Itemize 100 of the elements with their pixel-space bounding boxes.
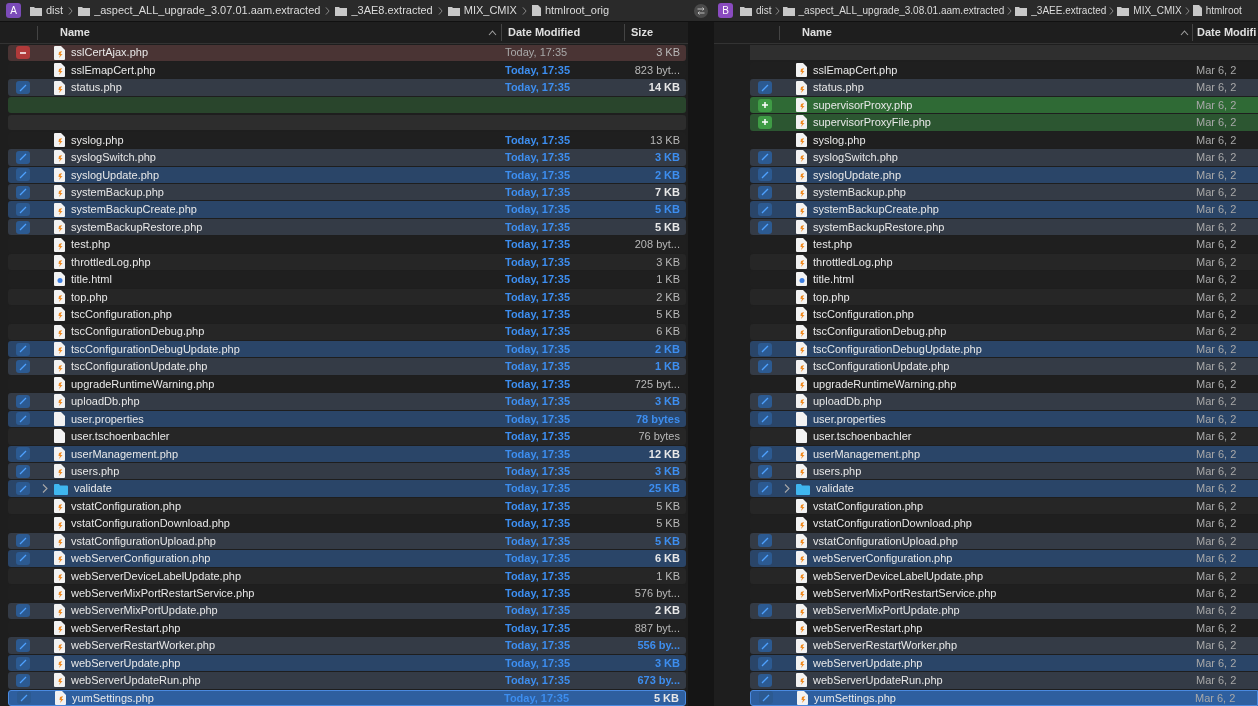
file-row[interactable]: status.php Today, 17:35 14 KB [8, 79, 686, 96]
file-row[interactable]: tscConfigurationDebugUpdate.php Mar 6, 2 [750, 340, 1258, 358]
swap-icon[interactable] [694, 3, 708, 18]
file-size: 2 KB [653, 603, 680, 619]
column-header[interactable]: Size [624, 24, 680, 41]
document-icon [54, 63, 65, 78]
file-name: webServerDeviceLabelUpdate.php [813, 568, 983, 584]
folder-icon [1015, 5, 1028, 16]
path-segment[interactable]: _3AE8.extracted [351, 2, 433, 19]
file-row[interactable]: vstatConfiguration.php Today, 17:35 5 KB [8, 497, 686, 515]
column-header[interactable]: Name [788, 24, 1180, 41]
file-row[interactable]: tscConfigurationDebug.php Mar 6, 2 [750, 323, 1258, 340]
file-row[interactable]: webServerUpdate.php Today, 17:35 3 KB [8, 654, 686, 672]
file-size: 576 byt... [633, 586, 680, 602]
file-row[interactable]: validate Mar 6, 2 [750, 480, 1258, 497]
file-row[interactable]: user.properties Today, 17:35 78 bytes [8, 410, 686, 428]
file-name: yumSettings.php [814, 690, 896, 706]
file-size: 3 KB [653, 655, 680, 671]
file-row[interactable]: yumSettings.php Today, 17:35 5 KB [8, 689, 686, 706]
date-modified: Mar 6, 2 [1195, 516, 1238, 532]
file-row[interactable]: webServerRestartWorker.php Mar 6, 2 [750, 637, 1258, 654]
file-row[interactable]: user.tschoenbachler Today, 17:35 76 bytes [8, 428, 686, 445]
file-row[interactable]: top.php Today, 17:35 2 KB [8, 288, 686, 306]
file-row[interactable]: users.php Today, 17:35 3 KB [8, 463, 686, 480]
file-row[interactable]: vstatConfigurationUpload.php Mar 6, 2 [750, 532, 1258, 550]
file-row[interactable]: systemBackupRestore.php Mar 6, 2 [750, 218, 1258, 236]
file-row[interactable]: syslogSwitch.php Today, 17:35 3 KB [8, 149, 686, 166]
path-segment[interactable]: MIX_CMIX [1133, 3, 1182, 18]
file-row[interactable]: users.php Mar 6, 2 [750, 463, 1258, 480]
file-row[interactable]: webServerConfiguration.php Mar 6, 2 [750, 550, 1258, 567]
file-name: webServerMixPortUpdate.php [813, 603, 960, 619]
file-name: vstatConfigurationUpload.php [813, 533, 958, 549]
file-row[interactable]: vstatConfigurationUpload.php Today, 17:35 5 KB [8, 532, 686, 550]
file-row[interactable]: validate Today, 17:35 25 KB [8, 480, 686, 497]
file-row[interactable]: user.tschoenbachler Mar 6, 2 [750, 428, 1258, 445]
folder-icon [335, 5, 348, 16]
file-row[interactable]: tscConfigurationDebugUpdate.php Today, 17:35 2 KB [8, 340, 686, 358]
file-row[interactable]: userManagement.php Today, 17:35 12 KB [8, 445, 686, 462]
path-segment[interactable]: MIX_CMIX [463, 2, 517, 19]
file-row[interactable]: webServerDeviceLabelUpdate.php Today, 17:35 1 KB [8, 567, 686, 585]
disclosure-icon[interactable] [42, 484, 48, 494]
file-row[interactable]: syslogSwitch.php Mar 6, 2 [750, 149, 1258, 166]
file-row[interactable]: webServerMixPortUpdate.php Mar 6, 2 [750, 602, 1258, 619]
file-row[interactable]: vstatConfiguration.php Mar 6, 2 [750, 497, 1258, 515]
file-row[interactable]: throttledLog.php Today, 17:35 3 KB [8, 253, 686, 271]
path-segment[interactable]: _aspect_ALL_upgrade_3.08.01.aam.extracted [798, 3, 1005, 18]
date-modified: Today, 17:35 [505, 307, 571, 323]
file-row[interactable]: status.php Mar 6, 2 [750, 79, 1258, 96]
file-row[interactable]: syslogUpdate.php Mar 6, 2 [750, 166, 1258, 183]
path-segment[interactable]: _3AEE.extracted [1031, 3, 1107, 18]
sort-caret-icon[interactable] [1180, 29, 1189, 36]
path-segment[interactable]: dist [46, 2, 64, 19]
date-modified: Today, 17:35 [505, 533, 571, 549]
document-icon [796, 394, 807, 409]
file-row[interactable]: webServerMixPortUpdate.php Today, 17:35 2 KB [8, 602, 686, 619]
document-icon [796, 621, 807, 636]
file-name: sslCertAjax.php [71, 45, 149, 61]
document-icon [796, 202, 807, 217]
file-row[interactable]: throttledLog.php Mar 6, 2 [750, 253, 1258, 271]
file-row[interactable]: webServerConfiguration.php Today, 17:35 6 KB [8, 550, 686, 567]
file-row[interactable]: uploadDb.php Today, 17:35 3 KB [8, 393, 686, 410]
date-modified: Today, 17:35 [505, 603, 571, 619]
file-row[interactable]: syslogUpdate.php Today, 17:35 2 KB [8, 166, 686, 183]
file-name: userManagement.php [813, 446, 920, 462]
file-row[interactable]: yumSettings.php Mar 6, 2 [750, 689, 1258, 706]
file-row[interactable]: tscConfigurationDebug.php Today, 17:35 6 KB [8, 323, 686, 340]
file-row[interactable]: webServerUpdate.php Mar 6, 2 [750, 654, 1258, 672]
file-row[interactable]: webServerUpdateRun.php Mar 6, 2 [750, 672, 1258, 689]
column-header[interactable]: Date Modified [501, 24, 624, 41]
file-row[interactable]: userManagement.php Mar 6, 2 [750, 445, 1258, 462]
disclosure-icon[interactable] [784, 484, 790, 494]
date-modified: Mar 6, 2 [1195, 219, 1238, 235]
file-row[interactable]: user.properties Mar 6, 2 [750, 410, 1258, 428]
file-row[interactable]: top.php Mar 6, 2 [750, 288, 1258, 306]
file-row[interactable]: uploadDb.php Mar 6, 2 [750, 393, 1258, 410]
file-row[interactable]: systemBackupRestore.php Today, 17:35 5 KB [8, 218, 686, 236]
file-row[interactable]: systemBackupCreate.php Today, 17:35 5 KB [8, 201, 686, 218]
path-segment[interactable]: _aspect_ALL_upgrade_3.07.01.aam.extracted [94, 2, 321, 19]
file-row[interactable]: tscConfigurationUpdate.php Today, 17:35 1 KB [8, 358, 686, 375]
date-modified: Today, 17:35 [505, 167, 571, 183]
file-row[interactable]: systemBackupCreate.php Mar 6, 2 [750, 201, 1258, 218]
file-row[interactable]: systemBackup.php Today, 17:35 7 KB [8, 184, 686, 201]
file-name: vstatConfigurationDownload.php [813, 516, 972, 532]
file-row[interactable]: webServerRestartWorker.php Today, 17:35 556 by... [8, 637, 686, 654]
column-header[interactable]: Date Modifi [1192, 24, 1258, 41]
path-segment[interactable]: htmlroot_orig [544, 2, 610, 19]
path-segment[interactable]: htmlroot [1205, 3, 1242, 18]
file-row[interactable]: systemBackup.php Mar 6, 2 [750, 184, 1258, 201]
file-row[interactable]: tscConfigurationUpdate.php Mar 6, 2 [750, 358, 1258, 375]
column-header[interactable]: Name [46, 24, 488, 41]
file-row[interactable]: webServerUpdateRun.php Today, 17:35 673 by... [8, 672, 686, 689]
document-icon [54, 324, 65, 339]
document-icon [1192, 5, 1202, 16]
path-segment[interactable]: dist [756, 3, 772, 18]
sort-caret-icon[interactable] [488, 29, 497, 36]
file-name: validate [816, 481, 854, 497]
file-row[interactable]: webServerDeviceLabelUpdate.php Mar 6, 2 [750, 567, 1258, 585]
file-row[interactable]: supervisorProxyFile.php Mar 6, 2 [750, 114, 1258, 131]
file-row[interactable]: supervisorProxy.php Mar 6, 2 [750, 96, 1258, 114]
file-row[interactable]: sslCertAjax.php Today, 17:35 3 KB [8, 44, 686, 61]
